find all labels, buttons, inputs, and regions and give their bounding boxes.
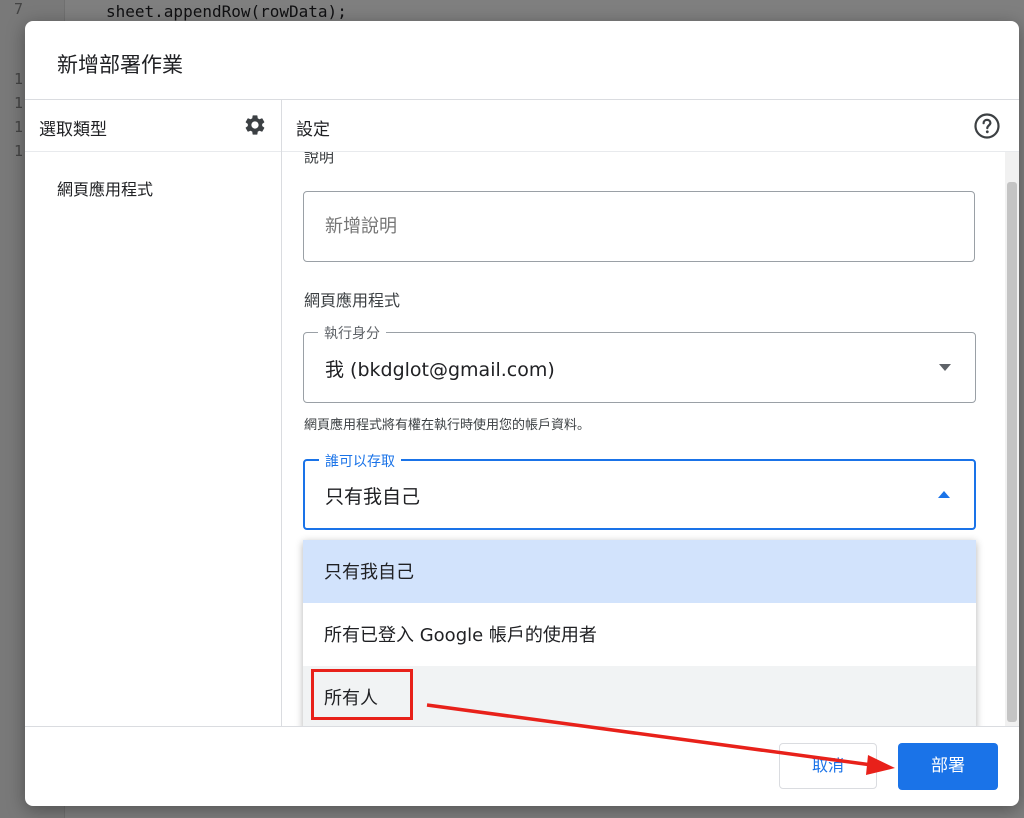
gear-icon[interactable] <box>243 113 267 137</box>
web-app-section-label: 網頁應用程式 <box>304 291 401 310</box>
description-label: 說明 <box>304 152 335 166</box>
sidebar-item-web-app[interactable]: 網頁應用程式 <box>57 176 153 200</box>
option-label: 只有我自己 <box>324 562 414 583</box>
who-has-access-label: 誰可以存取 <box>319 451 401 471</box>
who-has-access-select[interactable]: 誰可以存取 只有我自己 <box>303 451 976 530</box>
footer-divider <box>25 726 1019 727</box>
deploy-button[interactable]: 部署 <box>898 743 998 790</box>
dialog-title: 新增部署作業 <box>57 53 183 77</box>
option-label: 所有已登入 Google 帳戶的使用者 <box>324 625 597 646</box>
cancel-button[interactable]: 取消 <box>779 743 877 789</box>
chevron-down-icon <box>939 364 951 371</box>
settings-content: 說明 網頁應用程式 執行身分 我 (bkdglot@gmail.com) 網頁應… <box>282 152 1005 726</box>
execute-as-label: 執行身分 <box>318 323 386 343</box>
header-divider <box>25 99 1019 100</box>
who-has-access-value: 只有我自己 <box>325 486 421 508</box>
annotation-highlight-box <box>311 669 413 720</box>
option-google-users[interactable]: 所有已登入 Google 帳戶的使用者 <box>303 603 976 666</box>
scrollbar-thumb[interactable] <box>1007 182 1017 722</box>
select-type-heading: 選取類型 <box>39 120 107 140</box>
execute-as-value: 我 (bkdglot@gmail.com) <box>325 359 555 381</box>
option-only-myself[interactable]: 只有我自己 <box>303 540 976 603</box>
execute-as-select[interactable]: 執行身分 我 (bkdglot@gmail.com) <box>303 323 976 403</box>
execute-as-hint: 網頁應用程式將有權在執行時使用您的帳戶資料。 <box>304 418 591 433</box>
new-deployment-dialog: 新增部署作業 選取類型 網頁應用程式 設定 說明 網頁應用程式 執行身分 我 (… <box>25 21 1019 806</box>
help-circle-icon[interactable] <box>973 112 1001 140</box>
chevron-up-icon <box>938 491 950 498</box>
settings-heading: 設定 <box>296 120 330 140</box>
description-input[interactable] <box>303 191 975 262</box>
